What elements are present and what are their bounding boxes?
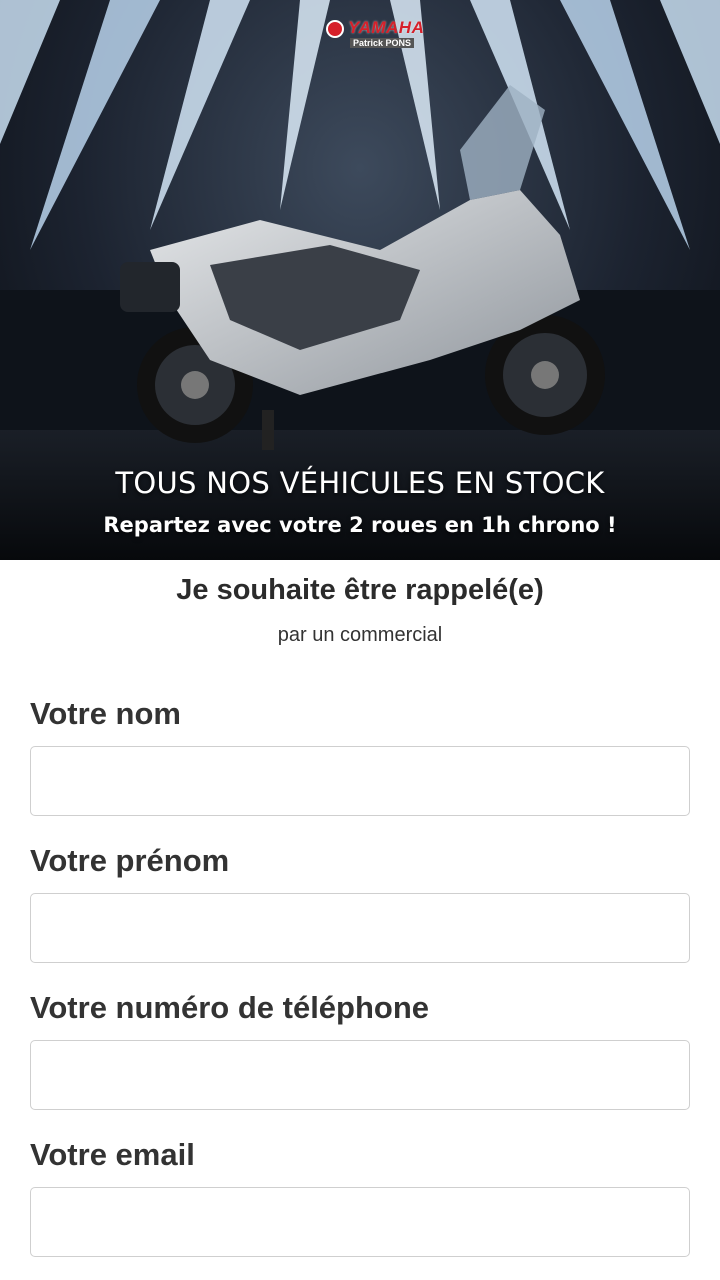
hero-subtitle: Repartez avec votre 2 roues en 1h chrono… [103, 513, 617, 537]
field-phone: Votre numéro de téléphone [30, 988, 690, 1110]
logo-wordmark: YAMAHA [348, 18, 425, 37]
field-last-name: Votre nom [30, 694, 690, 816]
first-name-label: Votre prénom [30, 843, 230, 878]
logo-dealer-name: Patrick PONS [350, 38, 415, 48]
field-email: Votre email [30, 1135, 690, 1257]
first-name-input[interactable] [30, 893, 690, 963]
last-name-label: Votre nom [30, 696, 181, 731]
form-heading: Je souhaite être rappelé(e) [176, 574, 544, 606]
yamaha-emblem-icon [326, 20, 344, 38]
email-input[interactable] [30, 1187, 690, 1257]
last-name-input[interactable] [30, 746, 690, 816]
phone-input[interactable] [30, 1040, 690, 1110]
phone-label: Votre numéro de téléphone [30, 990, 430, 1025]
hero-title: TOUS NOS VÉHICULES EN STOCK [115, 466, 605, 500]
form-subheading: par un commercial [277, 624, 443, 646]
email-label: Votre email [30, 1137, 195, 1172]
yamaha-logo: YAMAHA Patrick PONS [326, 18, 424, 52]
callback-form: Je souhaite être rappelé(e) par un comme… [0, 560, 720, 1280]
hero-banner: YAMAHA Patrick PONS TOUS NOS VÉHICULES E… [0, 0, 720, 560]
field-first-name: Votre prénom [30, 841, 690, 963]
